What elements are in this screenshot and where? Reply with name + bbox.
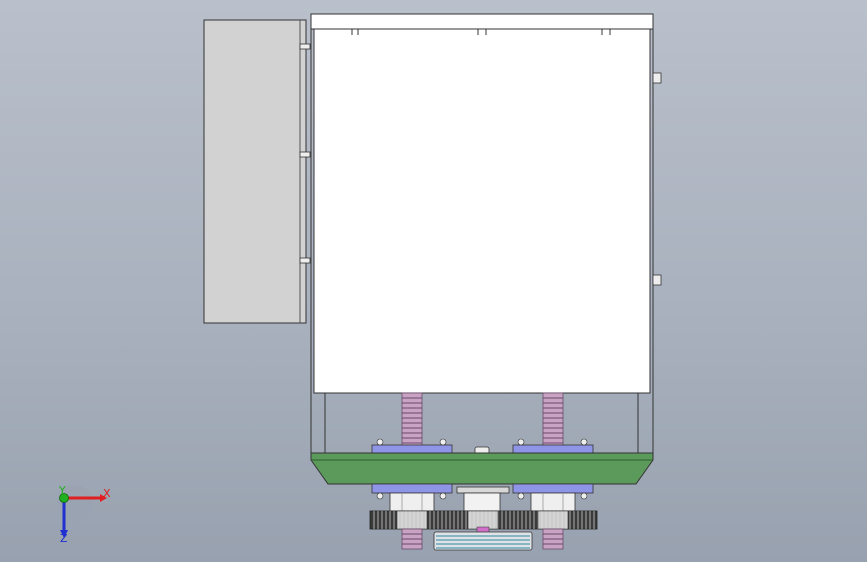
lead-screw-right	[542, 392, 564, 448]
lower-spring-right	[542, 528, 564, 550]
z-axis-label: Z	[60, 532, 68, 545]
base-plate	[310, 452, 654, 485]
cabinet-body	[310, 13, 662, 453]
x-axis-label: X	[103, 487, 111, 500]
lower-spring-left	[401, 528, 423, 550]
side-latches	[652, 72, 662, 286]
cad-viewport[interactable]: X Y Z	[0, 0, 867, 562]
y-axis-label: Y	[58, 484, 66, 497]
center-coupling	[456, 486, 510, 512]
bearing-housing-right	[530, 492, 576, 512]
pulley	[433, 531, 533, 551]
side-panel	[203, 19, 311, 324]
bearing-housing-left	[389, 492, 435, 512]
orientation-triad: X Y Z	[57, 484, 111, 545]
lead-screw-left	[401, 392, 423, 448]
